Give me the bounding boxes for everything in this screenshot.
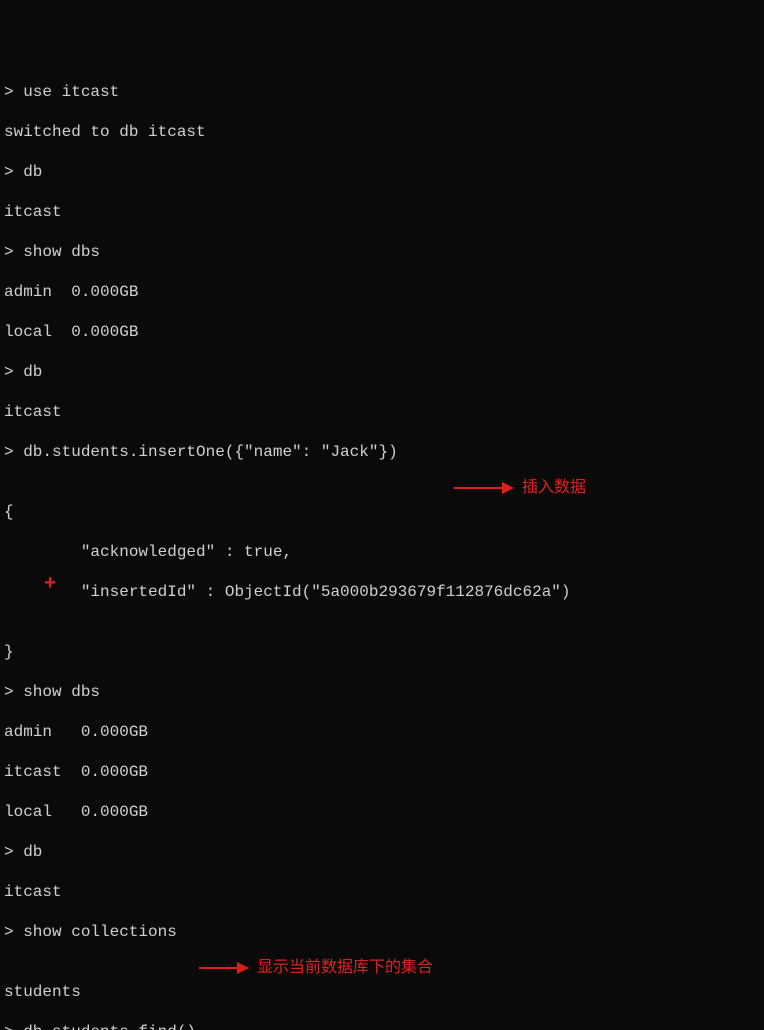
terminal-line: itcast 0.000GB (4, 762, 760, 782)
terminal-line: > db (4, 842, 760, 862)
output-dbname: itcast (4, 203, 62, 221)
terminal-line: itcast (4, 402, 760, 422)
annotation-text: 显示当前数据库下的集合 (257, 958, 433, 978)
terminal-line: > use itcast (4, 82, 760, 102)
terminal-line: itcast (4, 202, 760, 222)
terminal-line: > db (4, 362, 760, 382)
annotation-text: 插入数据 (522, 478, 586, 498)
terminal-line: > show dbs (4, 682, 760, 702)
cmd-find[interactable]: > db.students.find() (4, 1023, 196, 1030)
output-admin: admin 0.000GB (4, 283, 138, 301)
terminal-line: admin 0.000GB (4, 282, 760, 302)
terminal-line: > show collections 显示当前数据库下的集合 (4, 922, 760, 962)
cmd-show-dbs[interactable]: > show dbs (4, 683, 100, 701)
cmd-insert-one[interactable]: > db.students.insertOne({"name": "Jack"}… (4, 443, 398, 461)
cmd-db[interactable]: > db (4, 363, 42, 381)
terminal-line: > db (4, 162, 760, 182)
terminal-line: "acknowledged" : true, (4, 542, 760, 562)
terminal-line: } (4, 642, 760, 662)
plus-marker-icon: + (44, 572, 56, 597)
terminal-line: "insertedId" : ObjectId("5a000b293679f11… (4, 582, 760, 622)
terminal-line: local 0.000GB (4, 322, 760, 342)
terminal-line: students (4, 982, 760, 1002)
cmd-db[interactable]: > db (4, 843, 42, 861)
cmd-show-collections[interactable]: > show collections (4, 923, 177, 941)
output-dbname: itcast (4, 403, 62, 421)
output-inserted-id: "insertedId" : ObjectId("5a000b293679f11… (4, 583, 571, 601)
output-local: local 0.000GB (4, 323, 138, 341)
output-students: students (4, 983, 81, 1001)
output-brace-open: { (4, 503, 14, 521)
output-itcast: itcast 0.000GB (4, 763, 148, 781)
output-switched: switched to db itcast (4, 123, 206, 141)
terminal-line: switched to db itcast (4, 122, 760, 142)
cmd-db[interactable]: > db (4, 163, 42, 181)
cmd-use[interactable]: > use itcast (4, 83, 119, 101)
output-brace-close: } (4, 643, 14, 661)
output-dbname: itcast (4, 883, 62, 901)
annotation-find: 查看集合下的所有数据 (224, 1020, 442, 1030)
terminal-line: local 0.000GB (4, 802, 760, 822)
terminal-line: > db.students.insertOne({"name": "Jack"}… (4, 442, 760, 482)
output-admin: admin 0.000GB (4, 723, 148, 741)
terminal-line: itcast (4, 882, 760, 902)
terminal-line: { (4, 502, 760, 522)
terminal-line: > db.students.find() 查看集合下的所有数据 (4, 1022, 760, 1030)
terminal-line: admin 0.000GB (4, 722, 760, 742)
arrow-icon (224, 1020, 274, 1030)
output-local: local 0.000GB (4, 803, 148, 821)
cmd-show-dbs[interactable]: > show dbs (4, 243, 100, 261)
terminal-line: > show dbs (4, 242, 760, 262)
output-ack: "acknowledged" : true, (4, 543, 292, 561)
